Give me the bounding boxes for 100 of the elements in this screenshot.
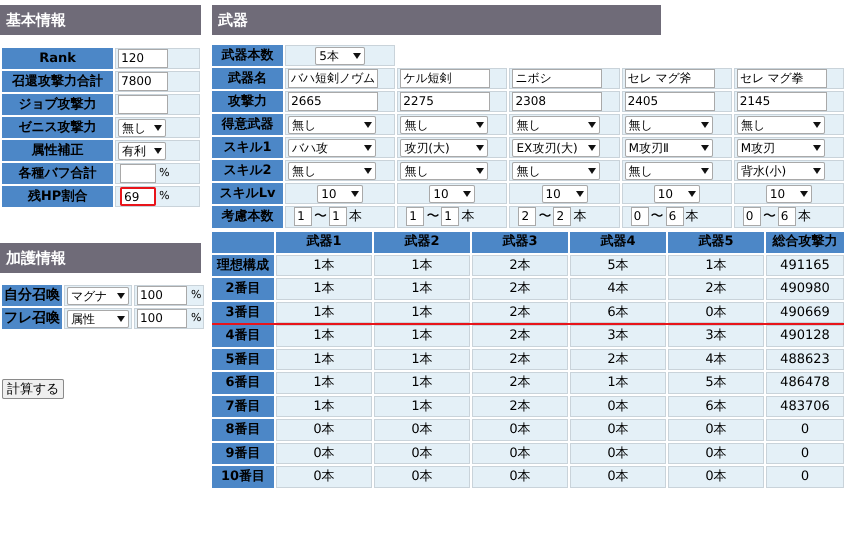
row-label: 3番目 <box>212 302 274 323</box>
dropdown[interactable]: 無し <box>118 118 166 136</box>
table-cell: 0 <box>766 419 844 440</box>
input-field[interactable] <box>118 95 168 114</box>
unit-label: 本 <box>798 208 811 226</box>
range-separator: 〜 <box>426 208 440 226</box>
input-field[interactable]: 100 <box>137 309 187 328</box>
row-label: 10番目 <box>212 466 274 488</box>
input-field[interactable]: 2308 <box>512 92 602 111</box>
unit-label: 本 <box>461 208 474 226</box>
input-field[interactable]: 2275 <box>400 92 490 111</box>
input-field[interactable]: ニボシ <box>512 69 602 88</box>
table-cell: 0本 <box>668 466 764 488</box>
dropdown[interactable]: 有利 <box>118 142 166 160</box>
input-field[interactable]: 100 <box>137 286 187 305</box>
dropdown[interactable]: マグナ <box>67 286 129 304</box>
table-cell: 1本 <box>374 325 470 346</box>
dropdown[interactable]: 背水(小) <box>736 162 825 180</box>
input-field[interactable]: 1 <box>329 207 348 226</box>
row-label: 8番目 <box>212 419 274 440</box>
table-cell: 0本 <box>472 466 568 488</box>
dropdown[interactable]: 無し <box>512 116 600 134</box>
dropdown[interactable]: 無し <box>400 162 488 180</box>
dropdown[interactable]: 属性 <box>67 310 129 328</box>
caret-icon <box>800 190 808 196</box>
dropdown[interactable]: 無し <box>288 162 376 180</box>
table-cell: 0本 <box>668 419 764 440</box>
unit-label: 本 <box>349 208 362 226</box>
input-field[interactable]: 0 <box>630 207 649 226</box>
input-field[interactable]: 2665 <box>288 92 378 111</box>
column-header: 武器2 <box>374 232 470 252</box>
table-cell: 1本 <box>276 254 372 276</box>
unit-label: % <box>159 188 170 204</box>
row-label: 武器本数 <box>212 45 284 66</box>
table-cell: 1本 <box>374 254 470 276</box>
table-cell: 1本 <box>374 372 470 394</box>
caret-icon <box>351 190 360 196</box>
dropdown[interactable]: 無し <box>400 116 488 134</box>
input-field[interactable] <box>120 164 156 183</box>
input-field[interactable]: 69 <box>120 187 156 206</box>
table-cell: 0本 <box>472 419 568 440</box>
table-cell: 1本 <box>668 254 764 276</box>
caret-icon <box>476 144 484 150</box>
input-field[interactable]: 2405 <box>624 92 715 111</box>
calculate-button[interactable]: 計算する <box>2 379 64 399</box>
caret-icon <box>476 122 484 128</box>
dropdown[interactable]: 10 <box>542 184 588 202</box>
input-field[interactable]: セレ マグ拳 <box>736 69 827 88</box>
dropdown[interactable]: 10 <box>654 184 700 202</box>
dropdown[interactable]: 無し <box>736 116 825 134</box>
row-label: 各種バフ合計 <box>2 163 114 184</box>
row-label: ジョブ攻撃力 <box>2 94 114 115</box>
input-field[interactable]: 0 <box>742 207 761 226</box>
dropdown[interactable]: 10 <box>317 184 364 202</box>
dropdown[interactable]: M攻刃 <box>736 138 825 156</box>
table-cell: 2本 <box>472 372 568 394</box>
section-header: 加護情報 <box>0 243 201 273</box>
table-cell: 2本 <box>472 325 568 346</box>
caret-icon <box>117 316 125 322</box>
input-field[interactable]: 120 <box>118 49 168 68</box>
input-field[interactable]: 2 <box>518 207 536 226</box>
table-cell: 2本 <box>668 278 764 300</box>
table-cell: 2本 <box>570 348 666 370</box>
input-field[interactable]: セレ マグ斧 <box>624 69 715 88</box>
input-field[interactable]: 2145 <box>736 92 827 111</box>
input-field[interactable]: 1 <box>294 207 312 226</box>
input-field[interactable]: 2 <box>553 207 572 226</box>
dropdown[interactable]: 無し <box>512 162 600 180</box>
table-cell: 1本 <box>276 396 372 417</box>
table-cell: 0本 <box>472 442 568 464</box>
dropdown[interactable]: 攻刃(大) <box>400 138 488 156</box>
table-cell: 1本 <box>276 372 372 394</box>
caret-icon <box>700 168 709 174</box>
caret-icon <box>700 122 709 128</box>
dropdown[interactable]: 10 <box>429 184 476 202</box>
dropdown[interactable]: 無し <box>624 162 713 180</box>
row-label: Rank <box>2 48 114 69</box>
caret-icon <box>588 122 596 128</box>
input-field[interactable]: ケル短剣 <box>400 69 490 88</box>
caret-icon <box>364 168 372 174</box>
unit-label: 本 <box>686 208 699 226</box>
dropdown[interactable]: 無し <box>288 116 376 134</box>
input-field[interactable]: 6 <box>778 207 796 226</box>
input-field[interactable]: 7800 <box>118 72 168 91</box>
dropdown[interactable]: M攻刃Ⅱ <box>624 138 713 156</box>
table-cell: 0 <box>766 466 844 488</box>
dropdown[interactable]: バハ攻 <box>288 138 376 156</box>
dropdown[interactable]: 5本 <box>315 46 366 64</box>
row-label: 属性補正 <box>2 140 114 161</box>
dropdown[interactable]: 無し <box>624 116 713 134</box>
caret-icon <box>476 168 484 174</box>
dropdown[interactable]: EX攻刃(大) <box>512 138 600 156</box>
dropdown[interactable]: 10 <box>766 184 812 202</box>
input-field[interactable]: バハ短剣ノヴム <box>288 69 378 88</box>
row-label: 理想構成 <box>212 254 274 276</box>
input-field[interactable]: 1 <box>406 207 424 226</box>
row-label: スキルLv <box>212 183 284 204</box>
table-cell: 0本 <box>276 419 372 440</box>
input-field[interactable]: 1 <box>441 207 460 226</box>
input-field[interactable]: 6 <box>666 207 684 226</box>
